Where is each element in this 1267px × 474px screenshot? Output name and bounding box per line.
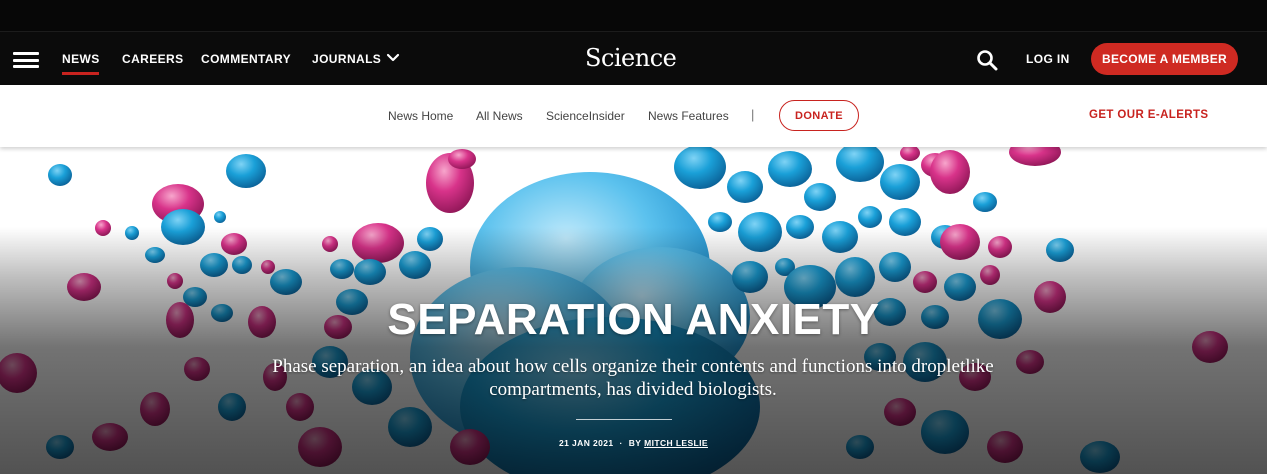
science-logo[interactable]: Science	[585, 44, 677, 72]
main-navigation: NEWS CAREERS COMMENTARY JOURNALS Science…	[0, 31, 1267, 85]
e-alerts-link[interactable]: GET OUR E-ALERTS	[1089, 109, 1209, 121]
search-icon[interactable]	[976, 49, 998, 71]
subnav-news-features[interactable]: News Features	[648, 109, 729, 123]
hero-divider	[576, 419, 672, 420]
active-nav-underline	[62, 72, 99, 75]
hero-dek: Phase separation, an idea about how cell…	[272, 356, 994, 400]
nav-careers[interactable]: CAREERS	[122, 52, 183, 66]
hero-headline[interactable]: SEPARATION ANXIETY	[0, 295, 1267, 345]
hamburger-menu-icon[interactable]	[13, 52, 39, 68]
subnav-news-home[interactable]: News Home	[388, 109, 453, 123]
author-link[interactable]: MITCH LESLIE	[644, 438, 708, 448]
hero-byline: 21 JAN 2021 · BY MITCH LESLIE	[0, 438, 1267, 448]
nav-journals[interactable]: JOURNALS	[312, 52, 381, 66]
become-member-button[interactable]: BECOME A MEMBER	[1091, 43, 1238, 75]
byline-prefix: BY	[628, 438, 642, 448]
donate-button[interactable]: DONATE	[779, 100, 859, 131]
chevron-down-icon[interactable]	[386, 53, 400, 63]
top-strip	[0, 0, 1267, 31]
byline-separator: ·	[619, 438, 623, 448]
login-link[interactable]: LOG IN	[1026, 52, 1070, 66]
subnav-all-news[interactable]: All News	[476, 109, 523, 123]
sub-navigation: News Home All News ScienceInsider News F…	[0, 85, 1267, 147]
subnav-scienceinsider[interactable]: ScienceInsider	[546, 109, 625, 123]
nav-news[interactable]: NEWS	[62, 52, 100, 66]
hero-feature[interactable]: SEPARATION ANXIETY Phase separation, an …	[0, 147, 1267, 474]
nav-commentary[interactable]: COMMENTARY	[201, 52, 291, 66]
article-date: 21 JAN 2021	[559, 438, 614, 448]
subnav-separator: |	[751, 107, 755, 122]
